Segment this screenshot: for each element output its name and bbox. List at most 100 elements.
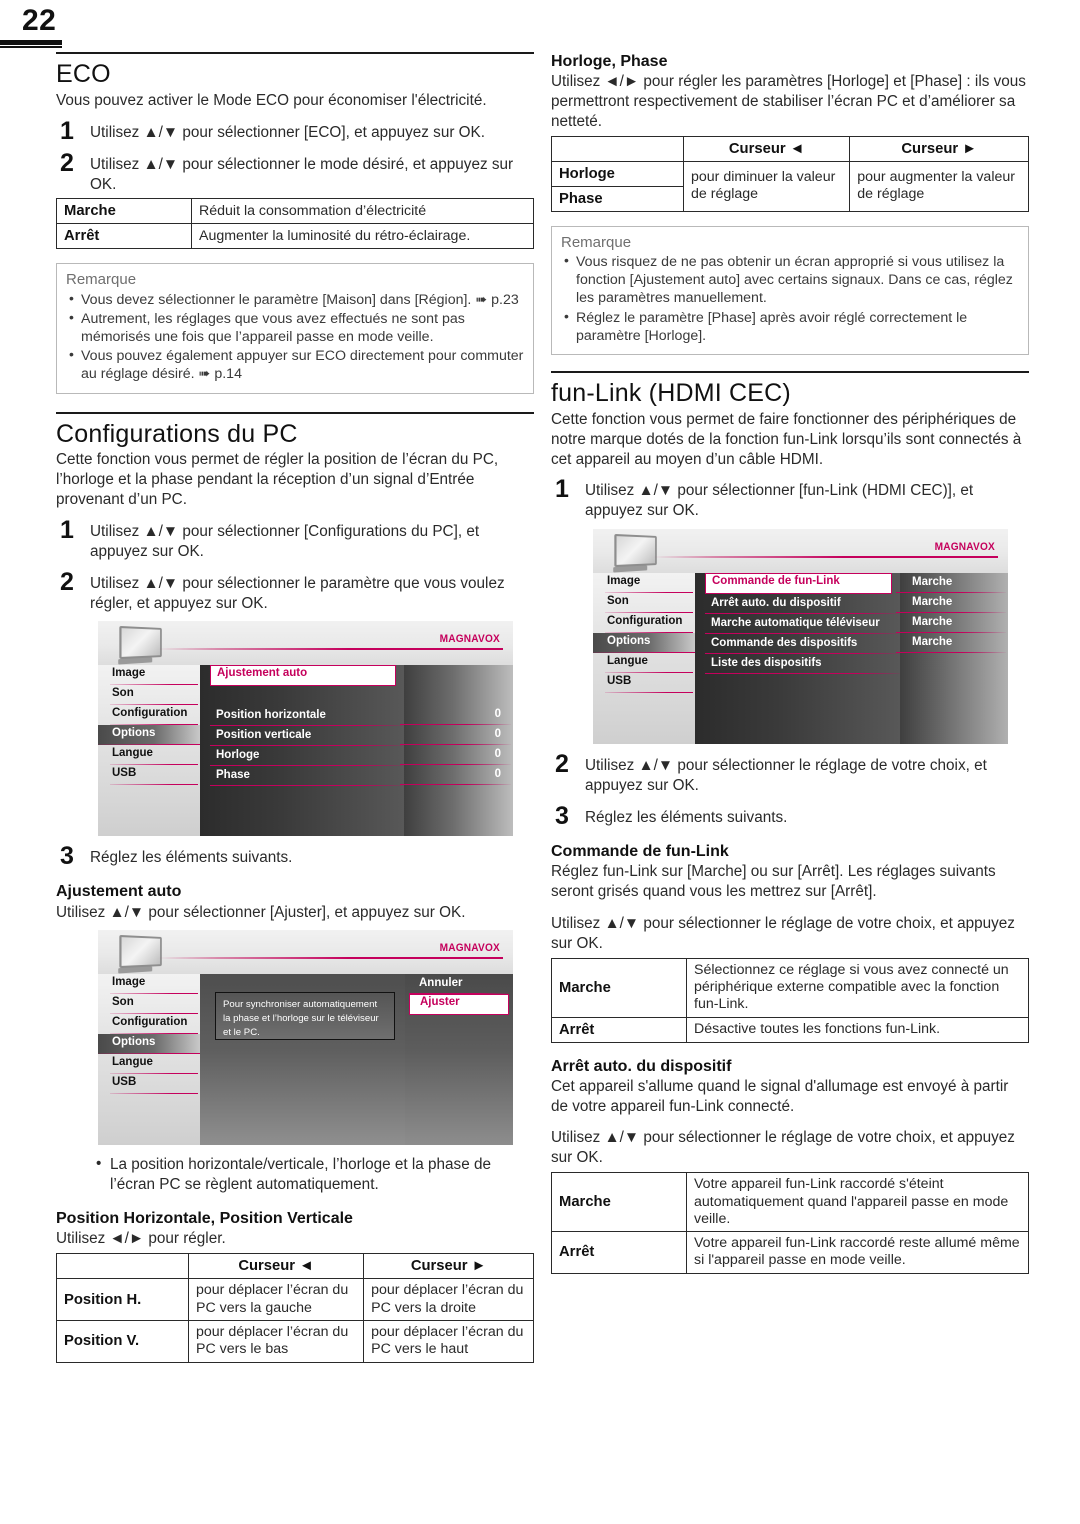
menu-item-position-horizontale[interactable]: Position horizontale [210, 706, 404, 727]
eco-step-1-number: 1 [60, 116, 74, 145]
osd-accent-line [158, 648, 503, 651]
table-row: Position V. pour déplacer l’écran du PC … [56, 1319, 534, 1363]
position-table: Curseur ◄ Curseur ► Position H. pour dép… [56, 1253, 534, 1363]
option-annuler[interactable]: Annuler [409, 974, 509, 995]
pc-step-2-number: 2 [60, 567, 74, 596]
pc-step-3-number: 3 [60, 842, 74, 871]
ajustement-auto-heading: Ajustement auto [56, 883, 182, 901]
arret-marche-desc: Votre appareil fun-Link raccordé s'étein… [686, 1172, 1029, 1233]
header-rule-thick [0, 40, 62, 45]
sidebar-item-options[interactable]: Options [593, 633, 695, 654]
funlink-step-3-text: Réglez les éléments suivants. [585, 808, 788, 826]
menu-item-position-verticale[interactable]: Position verticale [210, 726, 404, 747]
menu-item-marche-automatique-televiseur[interactable]: Marche automatique téléviseur [705, 614, 900, 635]
tv-icon [119, 935, 162, 969]
osd-funlink-menu: MAGNAVOX Image Son Configuration Options… [593, 529, 1008, 745]
sidebar-item-configuration[interactable]: Configuration [104, 705, 198, 726]
menu-item-ajustement-auto[interactable]: Ajustement auto [210, 665, 396, 687]
sidebar-item-langue[interactable]: Langue [104, 745, 198, 766]
value-ajustement-auto [404, 665, 511, 685]
arret-auto-instruction: Utilisez ▲/▼ pour sélectionner le réglag… [551, 1129, 1015, 1167]
menu-item-commande-de-fun-link[interactable]: Commande de fun-Link [705, 573, 892, 595]
funlink-step-3-number: 3 [555, 801, 569, 830]
menu-item-spacer [210, 686, 398, 706]
sidebar-item-son[interactable]: Son [104, 994, 198, 1015]
ajustement-auto-bullets: La position horizontale/verticale, l’hor… [92, 1154, 534, 1195]
pc-intro: Cette fonction vous permet de régler la … [56, 451, 499, 509]
table-row: Arrêt Votre appareil fun-Link raccordé r… [551, 1231, 1029, 1274]
commande-arret-key: Arrêt [551, 1016, 687, 1043]
osd-accent-line [158, 957, 503, 960]
arret-arret-key: Arrêt [551, 1231, 687, 1274]
header-rule-thin [0, 46, 62, 48]
arret-auto-heading: Arrêt auto. du dispositif [551, 1057, 732, 1075]
eco-table-key-arret: Arrêt [56, 223, 192, 250]
sidebar-item-usb[interactable]: USB [599, 673, 693, 694]
funlink-step-1-text: Utilisez ▲/▼ pour sélectionner [fun-Link… [585, 482, 974, 520]
sidebar-item-configuration[interactable]: Configuration [104, 1014, 198, 1035]
right-column: Horloge, Phase Utilisez ◄/► pour régler … [551, 52, 1029, 1274]
pc-step-1-text: Utilisez ▲/▼ pour sélectionner [Configur… [90, 522, 480, 560]
osd-body: Image Son Configuration Options Langue U… [98, 665, 513, 837]
sidebar-item-langue[interactable]: Langue [599, 653, 693, 674]
pc-step-2-text: Utilisez ▲/▼ pour sélectionner le paramè… [90, 574, 505, 612]
funlink-section-rule [551, 371, 1029, 373]
sidebar-item-configuration[interactable]: Configuration [599, 613, 693, 634]
table-row: Arrêt Désactive toutes les fonctions fun… [551, 1016, 1029, 1043]
table-row: Marche Votre appareil fun-Link raccordé … [551, 1172, 1029, 1233]
table-row: Arrêt Augmenter la luminosité du rétro-é… [56, 223, 534, 250]
sidebar-item-langue[interactable]: Langue [104, 1054, 198, 1075]
list-item: La position horizontale/verticale, l’hor… [92, 1154, 534, 1195]
value-marche-automatique-televiseur: Marche [896, 613, 1006, 634]
sidebar-item-image[interactable]: Image [599, 573, 693, 594]
option-ajuster[interactable]: Ajuster [409, 994, 509, 1016]
position-h-right: pour déplacer l’écran du PC vers la droi… [363, 1278, 534, 1321]
sidebar-item-usb[interactable]: USB [104, 765, 198, 786]
value-horloge: 0 [400, 745, 511, 766]
eco-section-rule [56, 52, 534, 54]
osd-sidebar: Image Son Configuration Options Langue U… [98, 974, 200, 1146]
sidebar-item-image[interactable]: Image [104, 974, 198, 995]
arret-auto-table: Marche Votre appareil fun-Link raccordé … [551, 1172, 1029, 1274]
magnavox-logo: MAGNAVOX [440, 942, 501, 955]
horloge-phase-table: Curseur ◄ Curseur ► Horloge pour diminue… [551, 135, 1029, 212]
osd-menu-list: Ajustement auto Position horizontale Pos… [200, 665, 404, 837]
phase-key: Phase [551, 185, 684, 212]
commande-funlink-heading: Commande de fun-Link [551, 842, 729, 860]
sidebar-item-son[interactable]: Son [599, 593, 693, 614]
position-v-key: Position V. [56, 1319, 189, 1363]
value-arret-auto-dispositif: Marche [896, 593, 1006, 614]
osd-titlebar: MAGNAVOX [593, 529, 1008, 574]
left-column: ECO Vous pouvez activer le Mode ECO pour… [56, 52, 534, 1363]
value-phase: 0 [400, 765, 511, 786]
commande-funlink-instruction: Utilisez ▲/▼ pour sélectionner le réglag… [551, 914, 1015, 952]
eco-remark-box: Remarque Vous devez sélectionner le para… [56, 263, 534, 394]
menu-item-phase[interactable]: Phase [210, 766, 404, 787]
eco-remark-item-1: Vous devez sélectionner le paramètre [Ma… [66, 290, 524, 309]
menu-item-commande-des-dispositifs[interactable]: Commande des dispositifs [705, 634, 900, 655]
sidebar-item-son[interactable]: Son [104, 685, 198, 706]
horloge-remark-box: Remarque Vous risquez de ne pas obtenir … [551, 225, 1029, 355]
position-h-left: pour déplacer l’écran du PC vers la gauc… [187, 1278, 365, 1321]
funlink-heading: fun-Link (HDMI CEC) [551, 379, 791, 407]
eco-table: Marche Réduit la consommation d’électric… [56, 198, 534, 250]
sidebar-item-options[interactable]: Options [98, 1034, 200, 1055]
pc-step-1-number: 1 [60, 515, 74, 544]
menu-item-horloge[interactable]: Horloge [210, 746, 404, 767]
sidebar-item-usb[interactable]: USB [104, 1074, 198, 1095]
eco-step-1: 1 Utilisez ▲/▼ pour sélectionner [ECO], … [56, 116, 534, 145]
menu-item-liste-des-dispositifs[interactable]: Liste des dispositifs [705, 654, 900, 675]
pc-step-2: 2 Utilisez ▲/▼ pour sélectionner le para… [56, 567, 534, 614]
funlink-step-3: 3 Réglez les éléments suivants. [551, 801, 1029, 830]
osd-sidebar: Image Son Configuration Options Langue U… [593, 573, 695, 745]
sidebar-item-options[interactable]: Options [98, 725, 200, 746]
position-table-header-right: Curseur ► [363, 1253, 534, 1280]
eco-step-1-text: Utilisez ▲/▼ pour sélectionner [ECO], et… [90, 123, 486, 141]
sidebar-item-image[interactable]: Image [104, 665, 198, 686]
position-v-left: pour déplacer l’écran du PC vers le bas [187, 1319, 365, 1363]
commande-marche-desc: Sélectionnez ce réglage si vous avez con… [686, 957, 1029, 1018]
pc-section-rule [56, 411, 534, 414]
funlink-step-2-text: Utilisez ▲/▼ pour sélectionner le réglag… [585, 757, 987, 794]
menu-item-arret-auto-dispositif[interactable]: Arrêt auto. du dispositif [705, 594, 900, 615]
osd-accent-line [653, 556, 998, 559]
